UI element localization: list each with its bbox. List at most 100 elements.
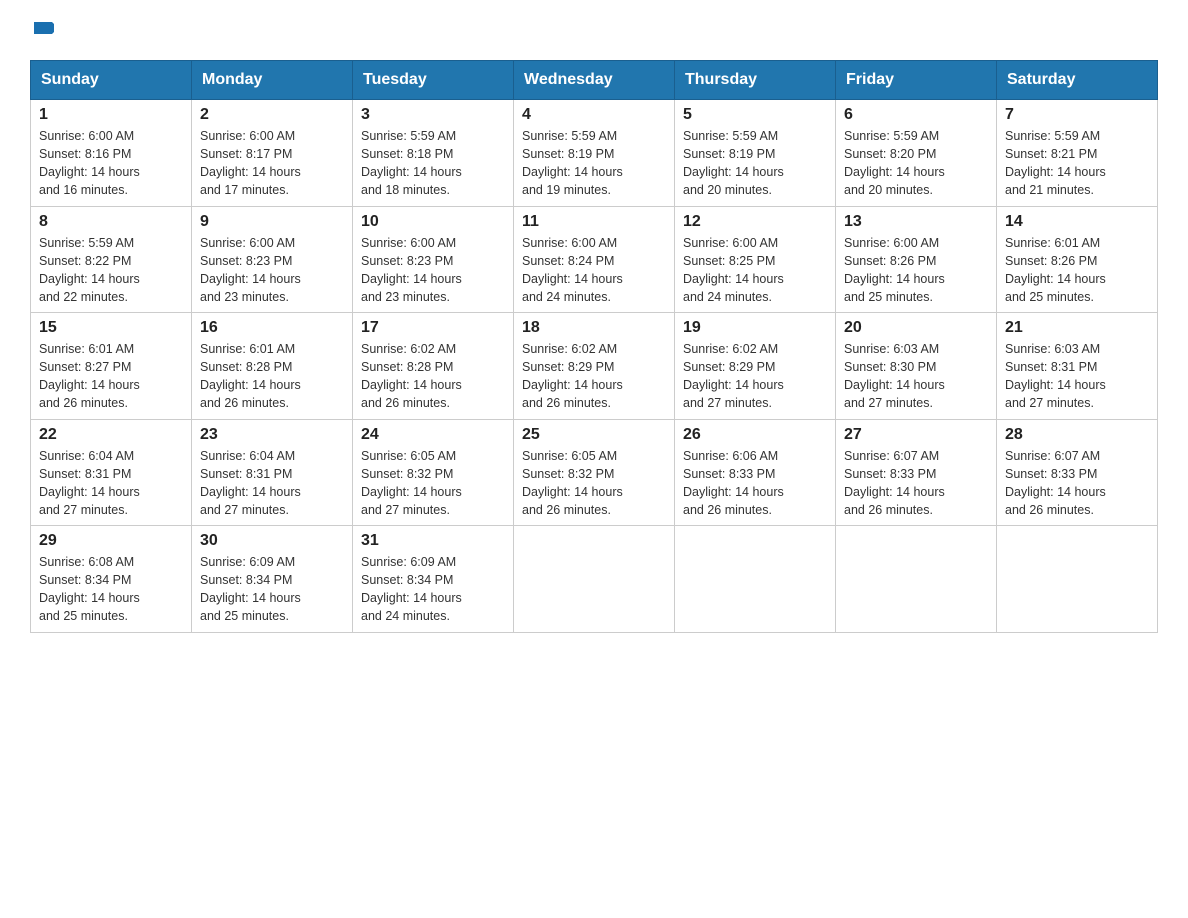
day-info: Sunrise: 5:59 AMSunset: 8:21 PMDaylight:…: [1005, 129, 1106, 197]
day-info: Sunrise: 5:59 AMSunset: 8:19 PMDaylight:…: [683, 129, 784, 197]
calendar-day-cell: [675, 526, 836, 633]
logo: [30, 20, 54, 42]
calendar-day-cell: 13 Sunrise: 6:00 AMSunset: 8:26 PMDaylig…: [836, 206, 997, 313]
day-number: 25: [522, 426, 666, 444]
page-header: [30, 20, 1158, 42]
calendar-day-cell: 19 Sunrise: 6:02 AMSunset: 8:29 PMDaylig…: [675, 313, 836, 420]
day-number: 13: [844, 213, 988, 231]
day-number: 6: [844, 106, 988, 124]
weekday-header-row: SundayMondayTuesdayWednesdayThursdayFrid…: [31, 61, 1158, 100]
day-info: Sunrise: 6:01 AMSunset: 8:28 PMDaylight:…: [200, 342, 301, 410]
day-info: Sunrise: 6:05 AMSunset: 8:32 PMDaylight:…: [522, 449, 623, 517]
day-number: 20: [844, 319, 988, 337]
day-number: 3: [361, 106, 505, 124]
day-info: Sunrise: 6:00 AMSunset: 8:26 PMDaylight:…: [844, 236, 945, 304]
day-number: 5: [683, 106, 827, 124]
weekday-header-thursday: Thursday: [675, 61, 836, 100]
day-number: 28: [1005, 426, 1149, 444]
day-info: Sunrise: 5:59 AMSunset: 8:22 PMDaylight:…: [39, 236, 140, 304]
day-number: 19: [683, 319, 827, 337]
day-number: 7: [1005, 106, 1149, 124]
day-info: Sunrise: 6:04 AMSunset: 8:31 PMDaylight:…: [39, 449, 140, 517]
calendar-day-cell: 17 Sunrise: 6:02 AMSunset: 8:28 PMDaylig…: [353, 313, 514, 420]
logo-flag-icon: [32, 20, 54, 42]
calendar-day-cell: [836, 526, 997, 633]
calendar-day-cell: 9 Sunrise: 6:00 AMSunset: 8:23 PMDayligh…: [192, 206, 353, 313]
calendar-day-cell: 1 Sunrise: 6:00 AMSunset: 8:16 PMDayligh…: [31, 100, 192, 207]
day-number: 1: [39, 106, 183, 124]
day-number: 23: [200, 426, 344, 444]
day-number: 12: [683, 213, 827, 231]
day-info: Sunrise: 6:06 AMSunset: 8:33 PMDaylight:…: [683, 449, 784, 517]
day-number: 16: [200, 319, 344, 337]
weekday-header-saturday: Saturday: [997, 61, 1158, 100]
day-number: 4: [522, 106, 666, 124]
day-info: Sunrise: 5:59 AMSunset: 8:19 PMDaylight:…: [522, 129, 623, 197]
day-info: Sunrise: 6:01 AMSunset: 8:27 PMDaylight:…: [39, 342, 140, 410]
calendar-day-cell: 8 Sunrise: 5:59 AMSunset: 8:22 PMDayligh…: [31, 206, 192, 313]
day-number: 14: [1005, 213, 1149, 231]
weekday-header-friday: Friday: [836, 61, 997, 100]
calendar-day-cell: 29 Sunrise: 6:08 AMSunset: 8:34 PMDaylig…: [31, 526, 192, 633]
calendar-day-cell: 21 Sunrise: 6:03 AMSunset: 8:31 PMDaylig…: [997, 313, 1158, 420]
calendar-day-cell: 30 Sunrise: 6:09 AMSunset: 8:34 PMDaylig…: [192, 526, 353, 633]
day-info: Sunrise: 6:00 AMSunset: 8:17 PMDaylight:…: [200, 129, 301, 197]
day-info: Sunrise: 6:00 AMSunset: 8:23 PMDaylight:…: [361, 236, 462, 304]
calendar-day-cell: 25 Sunrise: 6:05 AMSunset: 8:32 PMDaylig…: [514, 419, 675, 526]
day-info: Sunrise: 6:04 AMSunset: 8:31 PMDaylight:…: [200, 449, 301, 517]
calendar-day-cell: 16 Sunrise: 6:01 AMSunset: 8:28 PMDaylig…: [192, 313, 353, 420]
day-number: 17: [361, 319, 505, 337]
day-info: Sunrise: 6:00 AMSunset: 8:25 PMDaylight:…: [683, 236, 784, 304]
calendar-week-row: 1 Sunrise: 6:00 AMSunset: 8:16 PMDayligh…: [31, 100, 1158, 207]
calendar-day-cell: 12 Sunrise: 6:00 AMSunset: 8:25 PMDaylig…: [675, 206, 836, 313]
calendar-table: SundayMondayTuesdayWednesdayThursdayFrid…: [30, 60, 1158, 633]
day-info: Sunrise: 6:00 AMSunset: 8:24 PMDaylight:…: [522, 236, 623, 304]
calendar-day-cell: 23 Sunrise: 6:04 AMSunset: 8:31 PMDaylig…: [192, 419, 353, 526]
day-number: 22: [39, 426, 183, 444]
day-info: Sunrise: 6:02 AMSunset: 8:28 PMDaylight:…: [361, 342, 462, 410]
calendar-day-cell: 28 Sunrise: 6:07 AMSunset: 8:33 PMDaylig…: [997, 419, 1158, 526]
calendar-day-cell: 7 Sunrise: 5:59 AMSunset: 8:21 PMDayligh…: [997, 100, 1158, 207]
day-info: Sunrise: 5:59 AMSunset: 8:18 PMDaylight:…: [361, 129, 462, 197]
day-info: Sunrise: 6:02 AMSunset: 8:29 PMDaylight:…: [683, 342, 784, 410]
calendar-day-cell: 31 Sunrise: 6:09 AMSunset: 8:34 PMDaylig…: [353, 526, 514, 633]
day-info: Sunrise: 6:02 AMSunset: 8:29 PMDaylight:…: [522, 342, 623, 410]
day-info: Sunrise: 6:00 AMSunset: 8:16 PMDaylight:…: [39, 129, 140, 197]
day-info: Sunrise: 6:00 AMSunset: 8:23 PMDaylight:…: [200, 236, 301, 304]
day-info: Sunrise: 6:01 AMSunset: 8:26 PMDaylight:…: [1005, 236, 1106, 304]
day-number: 24: [361, 426, 505, 444]
day-info: Sunrise: 6:09 AMSunset: 8:34 PMDaylight:…: [200, 555, 301, 623]
calendar-day-cell: 20 Sunrise: 6:03 AMSunset: 8:30 PMDaylig…: [836, 313, 997, 420]
day-number: 26: [683, 426, 827, 444]
day-number: 10: [361, 213, 505, 231]
day-number: 8: [39, 213, 183, 231]
calendar-day-cell: 6 Sunrise: 5:59 AMSunset: 8:20 PMDayligh…: [836, 100, 997, 207]
calendar-day-cell: 4 Sunrise: 5:59 AMSunset: 8:19 PMDayligh…: [514, 100, 675, 207]
calendar-day-cell: 14 Sunrise: 6:01 AMSunset: 8:26 PMDaylig…: [997, 206, 1158, 313]
calendar-day-cell: [514, 526, 675, 633]
calendar-day-cell: 26 Sunrise: 6:06 AMSunset: 8:33 PMDaylig…: [675, 419, 836, 526]
day-number: 31: [361, 532, 505, 550]
calendar-week-row: 22 Sunrise: 6:04 AMSunset: 8:31 PMDaylig…: [31, 419, 1158, 526]
day-number: 18: [522, 319, 666, 337]
calendar-day-cell: 3 Sunrise: 5:59 AMSunset: 8:18 PMDayligh…: [353, 100, 514, 207]
day-number: 29: [39, 532, 183, 550]
day-number: 9: [200, 213, 344, 231]
day-number: 2: [200, 106, 344, 124]
day-number: 30: [200, 532, 344, 550]
calendar-week-row: 15 Sunrise: 6:01 AMSunset: 8:27 PMDaylig…: [31, 313, 1158, 420]
calendar-week-row: 8 Sunrise: 5:59 AMSunset: 8:22 PMDayligh…: [31, 206, 1158, 313]
day-number: 27: [844, 426, 988, 444]
day-info: Sunrise: 6:05 AMSunset: 8:32 PMDaylight:…: [361, 449, 462, 517]
day-info: Sunrise: 5:59 AMSunset: 8:20 PMDaylight:…: [844, 129, 945, 197]
calendar-day-cell: 15 Sunrise: 6:01 AMSunset: 8:27 PMDaylig…: [31, 313, 192, 420]
day-info: Sunrise: 6:07 AMSunset: 8:33 PMDaylight:…: [844, 449, 945, 517]
calendar-day-cell: 2 Sunrise: 6:00 AMSunset: 8:17 PMDayligh…: [192, 100, 353, 207]
calendar-day-cell: 24 Sunrise: 6:05 AMSunset: 8:32 PMDaylig…: [353, 419, 514, 526]
weekday-header-wednesday: Wednesday: [514, 61, 675, 100]
day-number: 15: [39, 319, 183, 337]
weekday-header-sunday: Sunday: [31, 61, 192, 100]
day-info: Sunrise: 6:03 AMSunset: 8:31 PMDaylight:…: [1005, 342, 1106, 410]
calendar-day-cell: 5 Sunrise: 5:59 AMSunset: 8:19 PMDayligh…: [675, 100, 836, 207]
day-number: 21: [1005, 319, 1149, 337]
